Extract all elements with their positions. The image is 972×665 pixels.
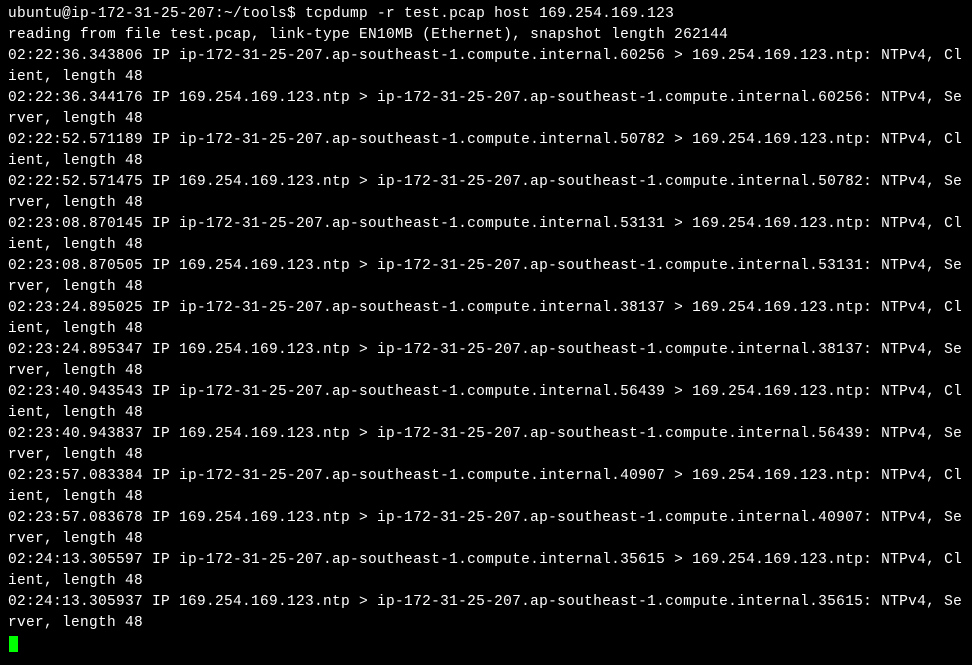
packet-line: 02:24:13.305937 IP 169.254.169.123.ntp >… [8,592,964,634]
packet-line: 02:23:24.895347 IP 169.254.169.123.ntp >… [8,340,964,382]
packet-line: 02:23:24.895025 IP ip-172-31-25-207.ap-s… [8,298,964,340]
packet-line: 02:22:36.344176 IP 169.254.169.123.ntp >… [8,88,964,130]
packet-line: 02:23:08.870145 IP ip-172-31-25-207.ap-s… [8,214,964,256]
packet-line: 02:22:36.343806 IP ip-172-31-25-207.ap-s… [8,46,964,88]
packet-output-container: 02:22:36.343806 IP ip-172-31-25-207.ap-s… [8,46,964,634]
packet-line: 02:22:52.571189 IP ip-172-31-25-207.ap-s… [8,130,964,172]
packet-line: 02:23:08.870505 IP 169.254.169.123.ntp >… [8,256,964,298]
terminal-cursor [9,636,18,652]
command-prompt-line: ubuntu@ip-172-31-25-207:~/tools$ tcpdump… [8,4,964,25]
packet-line: 02:23:40.943837 IP 169.254.169.123.ntp >… [8,424,964,466]
packet-line: 02:23:57.083678 IP 169.254.169.123.ntp >… [8,508,964,550]
packet-line: 02:23:40.943543 IP ip-172-31-25-207.ap-s… [8,382,964,424]
packet-line: 02:23:57.083384 IP ip-172-31-25-207.ap-s… [8,466,964,508]
packet-line: 02:22:52.571475 IP 169.254.169.123.ntp >… [8,172,964,214]
packet-line: 02:24:13.305597 IP ip-172-31-25-207.ap-s… [8,550,964,592]
reading-info-line: reading from file test.pcap, link-type E… [8,25,964,46]
